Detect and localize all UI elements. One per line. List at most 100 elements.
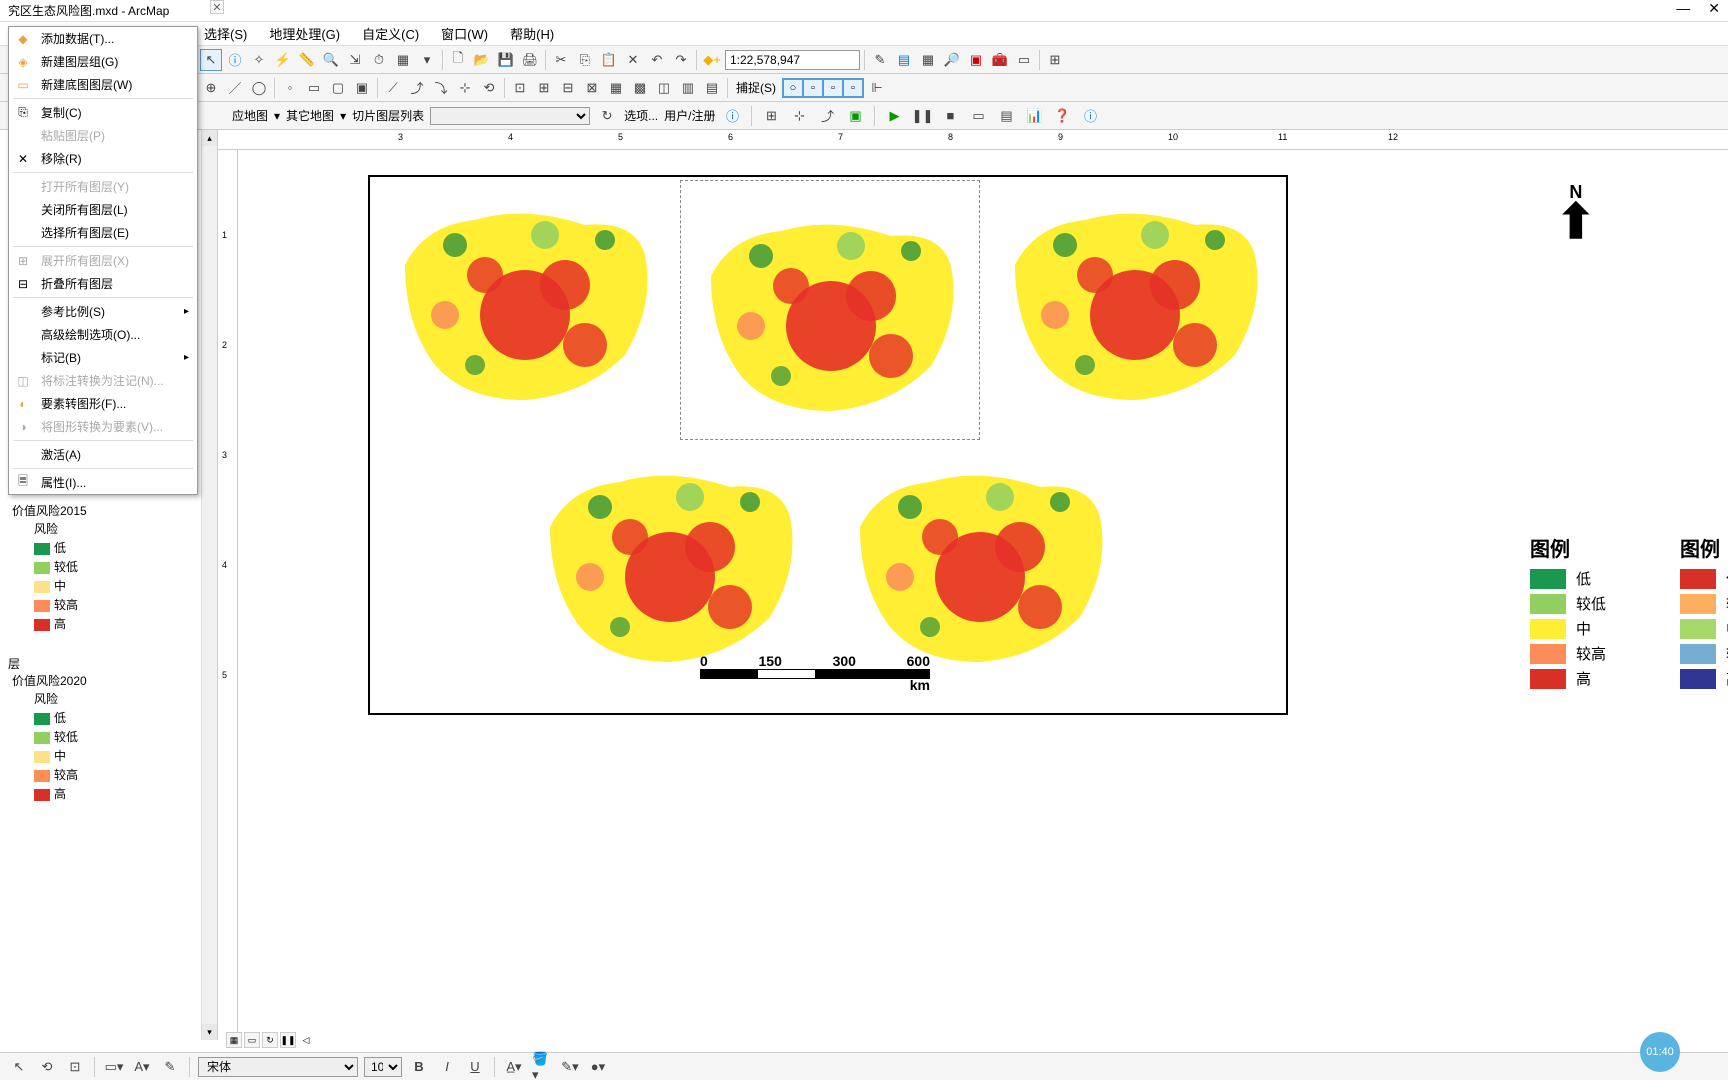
identify-icon[interactable]: ⓘ (224, 49, 246, 71)
snap-edge-icon[interactable]: ▫ (843, 79, 863, 97)
georef2-icon[interactable]: ⊹ (788, 105, 810, 127)
pause-draw-button[interactable]: ❚❚ (280, 1032, 296, 1048)
tile-layer-list[interactable]: 切片图层列表 (352, 107, 424, 124)
chart-icon[interactable]: 📊 (1023, 105, 1045, 127)
toc-icon[interactable]: ▤ (893, 49, 915, 71)
sketch6-icon[interactable]: ▩ (629, 77, 651, 99)
window-icon[interactable]: ▭ (1013, 49, 1035, 71)
layout-canvas[interactable]: 3 4 5 6 7 8 9 10 11 12 1 2 3 4 5 (218, 130, 1728, 1040)
goto-xy-icon[interactable]: ⇲ (344, 49, 366, 71)
anim2-icon[interactable]: ▤ (995, 105, 1017, 127)
play-icon[interactable]: ▶ (883, 105, 905, 127)
toolbox-icon[interactable]: 🧰 (989, 49, 1011, 71)
split-icon[interactable]: ⊹ (454, 77, 476, 99)
redo-icon[interactable]: ↷ (670, 49, 692, 71)
toc-legend-item[interactable]: 较低 (34, 557, 217, 576)
model-builder-icon[interactable]: ⊞ (1044, 49, 1066, 71)
viewer-icon[interactable]: ▦ (392, 49, 414, 71)
open-icon[interactable]: 📂 (471, 49, 493, 71)
menu-window[interactable]: 窗口(W) (437, 22, 492, 45)
toc-layer-2020[interactable]: 价值风险2020 (12, 672, 217, 689)
north-arrow[interactable]: N ⬆ (1556, 182, 1596, 243)
ctx-label[interactable]: 标记(B) (9, 346, 197, 369)
bold-button[interactable]: B (408, 1056, 430, 1078)
ctx-remove[interactable]: ✕移除(R) (9, 147, 197, 170)
ctx-adv-draw[interactable]: 高级绘制选项(O)... (9, 323, 197, 346)
minimize-button[interactable]: — (1676, 0, 1690, 17)
legend-2[interactable]: 图例 低 较低 中 较高 高 (1680, 533, 1728, 693)
rotate-tool-icon[interactable]: ⟲ (36, 1056, 58, 1078)
menu-help[interactable]: 帮助(H) (506, 22, 558, 45)
toc-scrollbar[interactable]: ▴ ▾ (201, 130, 217, 1040)
menu-select[interactable]: 选择(S) (200, 22, 251, 45)
ctx-new-group[interactable]: ◈新建图层组(G) (9, 50, 197, 73)
toc-legend-item[interactable]: 中 (34, 576, 217, 595)
data-view-button[interactable]: ▦ (226, 1032, 242, 1048)
ctx-properties[interactable]: 🗏属性(I)... (9, 471, 197, 494)
ctx-collapse-all[interactable]: ⊟折叠所有图层 (9, 272, 197, 295)
fill-color-icon[interactable]: 🪣▾ (531, 1056, 553, 1078)
toc-group-layer[interactable]: 层 (8, 655, 217, 672)
refresh-view-button[interactable]: ↻ (262, 1032, 278, 1048)
time-slider-icon[interactable]: ⏱ (368, 49, 390, 71)
reshape-icon[interactable]: ⤴ (406, 77, 428, 99)
ctx-new-basemap[interactable]: ▭新建底图图层(W) (9, 73, 197, 96)
python-icon[interactable]: ▣ (965, 49, 987, 71)
measure-icon[interactable]: 📏 (296, 49, 318, 71)
find-icon[interactable]: 🔍 (320, 49, 342, 71)
cut-poly-icon[interactable]: ⤵ (430, 77, 452, 99)
rectangle-tool-icon[interactable]: ▭▾ (103, 1056, 125, 1078)
font-color-icon[interactable]: A̲▾ (503, 1056, 525, 1078)
toc-legend-item[interactable]: 中 (34, 746, 217, 765)
toc-legend-item[interactable]: 较高 (34, 765, 217, 784)
marker-color-icon[interactable]: ●▾ (587, 1056, 609, 1078)
menu-geoprocessing[interactable]: 地理处理(G) (265, 22, 344, 45)
ctx-feat-to-graphic[interactable]: ◐要素转图形(F)... (9, 392, 197, 415)
pause-icon[interactable]: ❚❚ (911, 105, 933, 127)
anim1-icon[interactable]: ▭ (967, 105, 989, 127)
refresh-icon[interactable]: ↻ (596, 105, 618, 127)
line-color-icon[interactable]: ✎▾ (559, 1056, 581, 1078)
map-thumb-4[interactable] (530, 447, 810, 677)
delete-icon[interactable]: ✕ (622, 49, 644, 71)
toc-legend-item[interactable]: 较高 (34, 595, 217, 614)
toc-legend-item[interactable]: 高 (34, 784, 217, 803)
arc-icon[interactable]: ◯ (248, 77, 270, 99)
back-button[interactable]: ◁ (298, 1032, 314, 1048)
snap-end-icon[interactable]: ▫ (803, 79, 823, 97)
snap-point-icon[interactable]: ○ (783, 79, 803, 97)
sketch8-icon[interactable]: ▥ (677, 77, 699, 99)
help-icon[interactable]: ❓ (1051, 105, 1073, 127)
ctx-select-all[interactable]: 选择所有图层(E) (9, 221, 197, 244)
map-thumb-1[interactable] (385, 185, 665, 415)
georef4-icon[interactable]: ▣ (844, 105, 866, 127)
layout-view-button[interactable]: ▭ (244, 1032, 260, 1048)
map-data-frame[interactable]: N ⬆ 0 150 300 600 km (368, 175, 1288, 715)
undo-icon[interactable]: ↶ (646, 49, 668, 71)
edit-text-icon[interactable]: ✎ (159, 1056, 181, 1078)
toc-legend-item[interactable]: 低 (34, 538, 217, 557)
sketch5-icon[interactable]: ▦ (605, 77, 627, 99)
rect-icon[interactable]: ▭ (303, 77, 325, 99)
sketch3-icon[interactable]: ⊟ (557, 77, 579, 99)
stop-icon[interactable]: ■ (939, 105, 961, 127)
line-icon[interactable]: ／ (224, 77, 246, 99)
scroll-down-icon[interactable]: ▾ (202, 1024, 217, 1040)
rotate-icon[interactable]: ⟲ (478, 77, 500, 99)
tile-select[interactable] (430, 107, 590, 125)
edit-vertices-icon[interactable]: ⟋ (382, 77, 404, 99)
ctx-ref-scale[interactable]: 参考比例(S) (9, 300, 197, 323)
sketch2-icon[interactable]: ⊞ (533, 77, 555, 99)
hyperlink-icon[interactable]: ⚡ (272, 49, 294, 71)
pointer-icon[interactable]: ↖ (200, 49, 222, 71)
user-register-link[interactable]: 用户/注册 (664, 107, 715, 124)
layout-page[interactable]: N ⬆ 0 150 300 600 km (368, 175, 1468, 895)
scale-input[interactable] (725, 50, 860, 70)
georef1-icon[interactable]: ⊞ (760, 105, 782, 127)
cut-icon[interactable]: ✂ (550, 49, 572, 71)
close-button[interactable]: ✕ (1708, 0, 1720, 17)
editor-toolbar-icon[interactable]: ✎ (869, 49, 891, 71)
ctx-activate[interactable]: 激活(A) (9, 443, 197, 466)
paste-icon[interactable]: 📋 (598, 49, 620, 71)
scroll-up-icon[interactable]: ▴ (202, 130, 217, 146)
